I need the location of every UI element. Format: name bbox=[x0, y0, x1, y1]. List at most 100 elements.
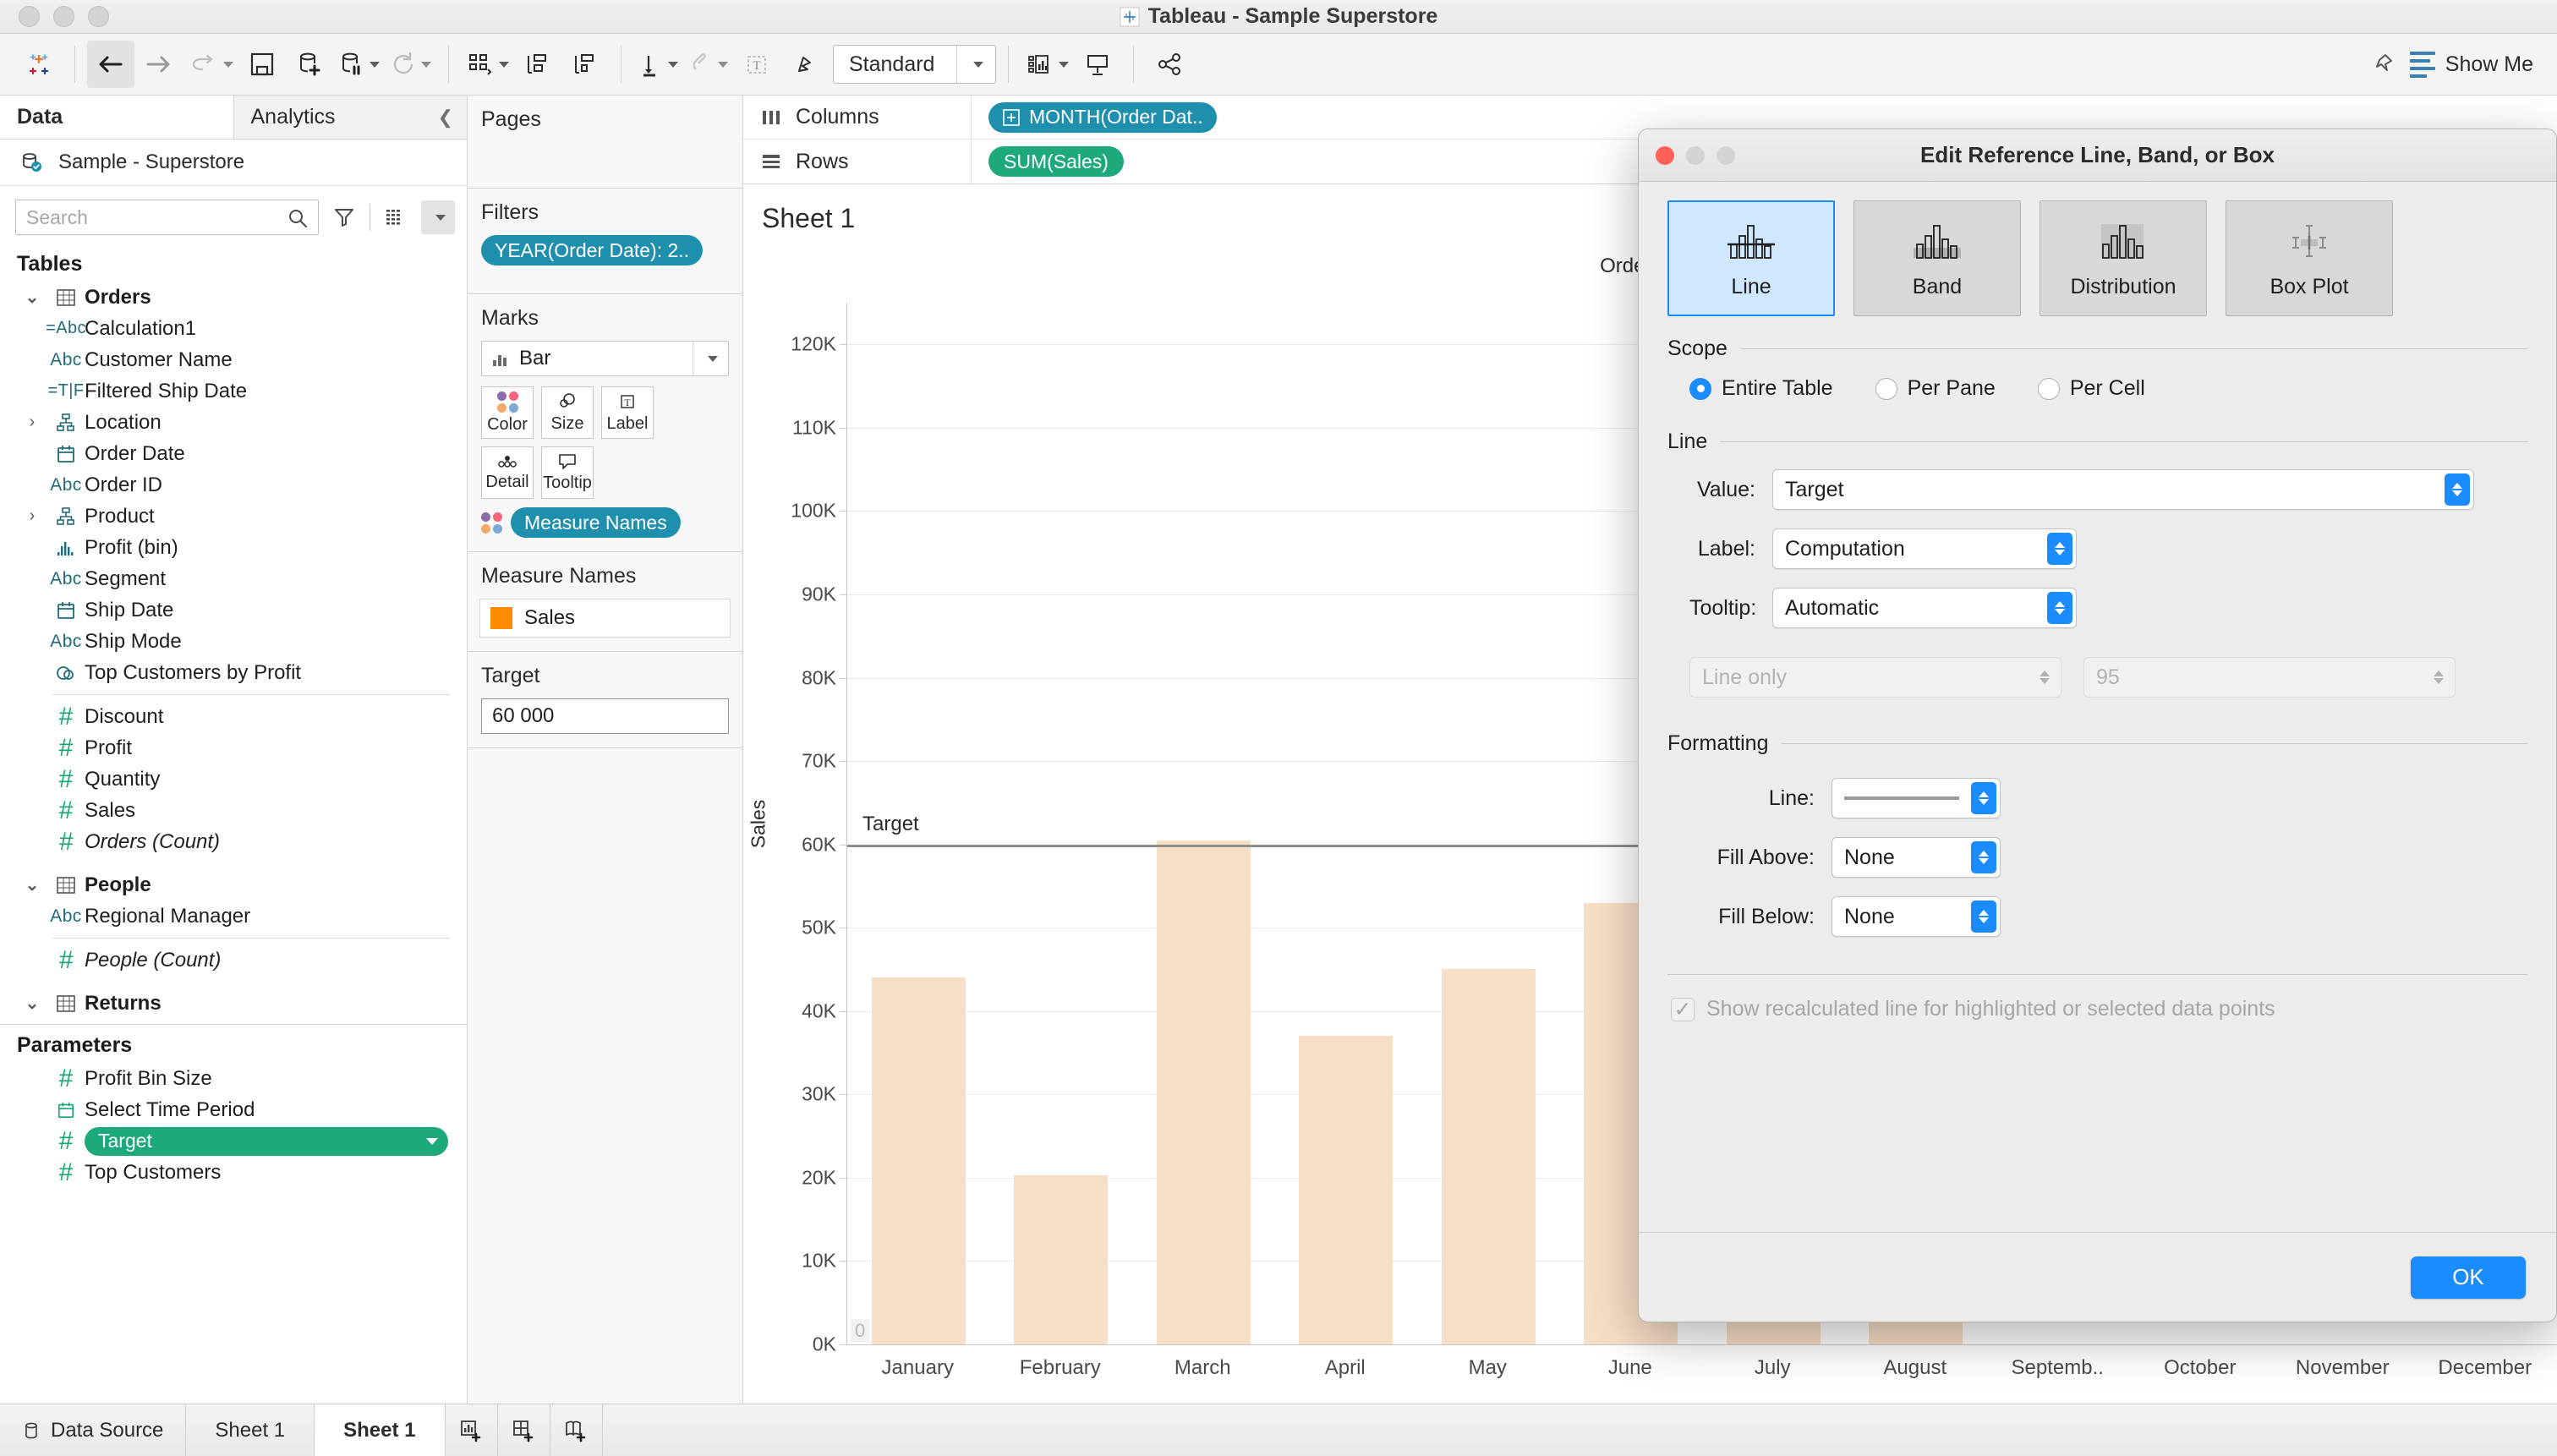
new-worksheet-caret[interactable] bbox=[499, 61, 509, 68]
new-worksheet-icon[interactable] bbox=[461, 41, 514, 88]
chevron-down-icon[interactable]: ⌄ bbox=[17, 993, 47, 1014]
fix-axes-icon[interactable] bbox=[1021, 41, 1074, 88]
table-group-orders[interactable]: ⌄ Orders bbox=[0, 282, 467, 313]
chevron-down-icon[interactable]: ⌄ bbox=[17, 874, 47, 895]
presentation-mode-icon[interactable] bbox=[1074, 41, 1121, 88]
type-boxplot-button[interactable]: Box Plot bbox=[2226, 200, 2393, 316]
chart-bar[interactable] bbox=[1441, 969, 1536, 1344]
chevron-right-icon[interactable]: › bbox=[17, 413, 47, 432]
x-axis-tick-label[interactable]: July bbox=[1755, 1356, 1791, 1380]
line-tooltip-select[interactable]: Automatic bbox=[1772, 588, 2077, 628]
new-data-source-icon[interactable] bbox=[286, 41, 333, 88]
formatting-fill-below-select[interactable]: None bbox=[1832, 896, 2001, 937]
field-profit-bin[interactable]: Profit (bin) bbox=[0, 532, 467, 563]
x-axis-tick-label[interactable]: April bbox=[1325, 1356, 1366, 1380]
forward-icon[interactable] bbox=[134, 41, 182, 88]
chart-bar[interactable] bbox=[1014, 1174, 1109, 1344]
filter-icon[interactable] bbox=[327, 200, 361, 234]
marks-label-button[interactable]: T Label bbox=[601, 386, 654, 439]
chart-bar[interactable] bbox=[1299, 1036, 1393, 1344]
marks-size-button[interactable]: Size bbox=[541, 386, 594, 439]
stepper-arrows-icon[interactable] bbox=[2047, 533, 2072, 565]
show-mark-labels-icon[interactable]: T bbox=[733, 41, 780, 88]
scope-entire-table[interactable]: Entire Table bbox=[1689, 376, 1833, 401]
pause-dropdown-caret[interactable] bbox=[370, 61, 380, 68]
tab-data[interactable]: Data bbox=[0, 96, 233, 139]
field-order-date[interactable]: Order Date bbox=[0, 438, 467, 469]
x-axis-tick-label[interactable]: October bbox=[2164, 1356, 2236, 1380]
new-dashboard-icon[interactable] bbox=[498, 1404, 550, 1456]
data-source-tab[interactable]: Data Source bbox=[0, 1404, 187, 1456]
radio-icon[interactable] bbox=[1689, 377, 1711, 400]
group-members-icon[interactable] bbox=[683, 41, 733, 88]
param-target-pill[interactable]: Target bbox=[85, 1126, 448, 1156]
formatting-fill-above-select[interactable]: None bbox=[1832, 837, 2001, 878]
tab-analytics[interactable]: Analytics ❮ bbox=[233, 96, 467, 139]
rows-shelf-content[interactable]: SUM(Sales) bbox=[972, 146, 1124, 177]
field-filtered-ship-date[interactable]: =T|F Filtered Ship Date bbox=[0, 375, 467, 407]
highlighter-icon[interactable] bbox=[780, 41, 828, 88]
group-caret[interactable] bbox=[718, 61, 728, 68]
param-target[interactable]: # Target bbox=[0, 1125, 467, 1157]
field-ship-date[interactable]: Ship Date bbox=[0, 594, 467, 626]
x-axis-tick-label[interactable]: Septemb.. bbox=[2012, 1356, 2104, 1380]
field-people-count[interactable]: # People (Count) bbox=[0, 944, 467, 976]
fit-dropdown-caret[interactable] bbox=[956, 46, 995, 83]
radio-icon[interactable] bbox=[1875, 377, 1897, 400]
share-icon[interactable] bbox=[1146, 41, 1193, 88]
stepper-arrows-icon[interactable] bbox=[1971, 782, 1996, 814]
field-profit[interactable]: # Profit bbox=[0, 732, 467, 764]
parameter-card-target[interactable]: Target 60 000 bbox=[468, 652, 742, 748]
stepper-arrows-icon[interactable] bbox=[2047, 592, 2072, 624]
swap-axes-icon[interactable] bbox=[561, 41, 609, 88]
line-label-select[interactable]: Computation bbox=[1772, 528, 2077, 569]
marks-pill-measure-names[interactable]: Measure Names bbox=[511, 507, 681, 538]
marks-detail-button[interactable]: Detail bbox=[481, 446, 534, 499]
x-axis-tick-label[interactable]: June bbox=[1608, 1356, 1652, 1380]
x-axis-tick-label[interactable]: February bbox=[1020, 1356, 1101, 1380]
new-story-icon[interactable] bbox=[550, 1404, 603, 1456]
columns-shelf-content[interactable]: MONTH(Order Dat.. bbox=[972, 101, 1217, 133]
sort-ascending-icon[interactable] bbox=[633, 41, 683, 88]
field-location[interactable]: › Location bbox=[0, 407, 467, 438]
chevron-left-icon[interactable]: ❮ bbox=[438, 107, 453, 129]
save-icon[interactable] bbox=[238, 41, 286, 88]
stepper-arrows-icon[interactable] bbox=[1971, 900, 1996, 933]
param-top-customers[interactable]: # Top Customers bbox=[0, 1157, 467, 1188]
undo-dropdown-caret[interactable] bbox=[223, 61, 233, 68]
fix-axes-caret[interactable] bbox=[1059, 61, 1070, 68]
field-orders-count[interactable]: # Orders (Count) bbox=[0, 826, 467, 857]
chevron-right-icon[interactable]: › bbox=[17, 506, 47, 526]
refresh-icon[interactable] bbox=[385, 41, 436, 88]
scope-per-cell[interactable]: Per Cell bbox=[2037, 376, 2145, 401]
marks-measure-names-row[interactable]: Measure Names bbox=[481, 507, 729, 538]
field-segment[interactable]: Abc Segment bbox=[0, 563, 467, 594]
fit-select[interactable]: Standard bbox=[833, 45, 997, 84]
param-select-time-period[interactable]: Select Time Period bbox=[0, 1094, 467, 1125]
legend-card[interactable]: Measure Names Sales bbox=[468, 552, 742, 652]
field-order-id[interactable]: Abc Order ID bbox=[0, 469, 467, 501]
highlight-caret[interactable] bbox=[668, 61, 678, 68]
show-me-button[interactable]: Show Me bbox=[2371, 51, 2542, 78]
column-pill-month-order-date[interactable]: MONTH(Order Dat.. bbox=[988, 101, 1217, 133]
type-line-button[interactable]: Line bbox=[1667, 200, 1835, 316]
data-pane-field-list[interactable]: Tables ⌄ Orders =Abc Calculation1 Abc Cu… bbox=[0, 244, 467, 1404]
edit-reference-line-dialog[interactable]: Edit Reference Line, Band, or Box Line B… bbox=[1638, 129, 2557, 1322]
filters-card[interactable]: Filters YEAR(Order Date): 2.. bbox=[468, 189, 742, 294]
field-customer-name[interactable]: Abc Customer Name bbox=[0, 344, 467, 375]
scope-per-pane[interactable]: Per Pane bbox=[1875, 376, 1996, 401]
x-axis-tick-label[interactable]: May bbox=[1469, 1356, 1507, 1380]
ok-button[interactable]: OK bbox=[2411, 1256, 2526, 1299]
x-axis-tick-label[interactable]: January bbox=[882, 1356, 954, 1380]
marks-color-button[interactable]: Color bbox=[481, 386, 534, 439]
stepper-arrows-icon[interactable] bbox=[2445, 473, 2470, 506]
search-input[interactable] bbox=[15, 200, 319, 235]
field-ship-mode[interactable]: Abc Ship Mode bbox=[0, 626, 467, 657]
field-calculation1[interactable]: =Abc Calculation1 bbox=[0, 313, 467, 344]
field-product[interactable]: › Product bbox=[0, 501, 467, 532]
marks-tooltip-button[interactable]: Tooltip bbox=[541, 446, 594, 499]
clear-sheet-icon[interactable] bbox=[514, 41, 561, 88]
x-axis-tick-label[interactable]: August bbox=[1883, 1356, 1946, 1380]
legend-item-sales[interactable]: Sales bbox=[479, 599, 731, 638]
view-data-grid-icon[interactable] bbox=[379, 200, 413, 234]
